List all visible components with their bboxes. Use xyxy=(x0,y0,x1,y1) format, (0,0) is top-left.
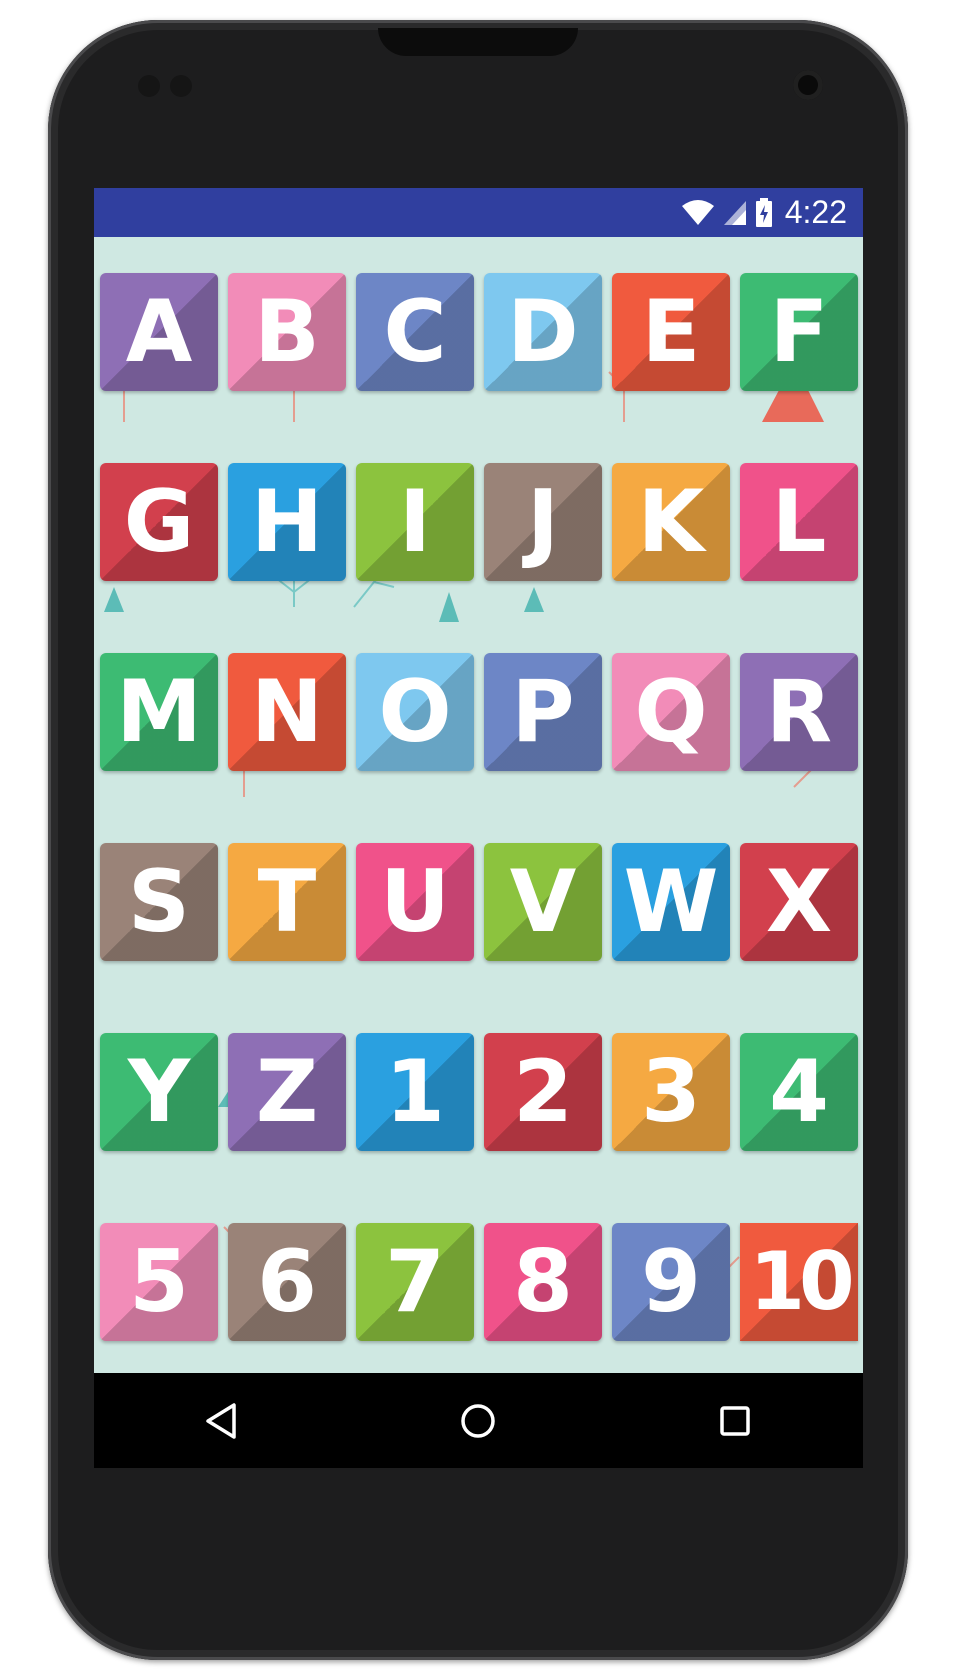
recents-button[interactable] xyxy=(705,1391,765,1451)
tile-10[interactable]: 10 xyxy=(740,1223,858,1341)
tile-label: P xyxy=(511,662,575,762)
tile-label: G xyxy=(123,472,195,572)
tile-label: D xyxy=(507,282,579,382)
tile-y[interactable]: Y xyxy=(100,1033,218,1151)
back-button[interactable] xyxy=(192,1391,252,1451)
front-camera-icon xyxy=(793,70,823,100)
recents-icon xyxy=(720,1405,750,1436)
back-icon xyxy=(206,1402,236,1439)
tile-label: J xyxy=(527,472,559,572)
tile-p[interactable]: P xyxy=(484,653,602,771)
tile-j[interactable]: J xyxy=(484,463,602,581)
tile-s[interactable]: S xyxy=(100,843,218,961)
tile-label: 8 xyxy=(513,1232,573,1332)
tile-l[interactable]: L xyxy=(740,463,858,581)
tile-label: E xyxy=(641,282,701,382)
tile-x[interactable]: X xyxy=(740,843,858,961)
tile-q[interactable]: Q xyxy=(612,653,730,771)
tile-label: S xyxy=(128,852,190,952)
tile-label: V xyxy=(509,852,577,952)
tile-label: 2 xyxy=(513,1042,573,1142)
tile-v[interactable]: V xyxy=(484,843,602,961)
tile-7[interactable]: 7 xyxy=(356,1223,474,1341)
tile-label: F xyxy=(769,282,829,382)
tile-9[interactable]: 9 xyxy=(612,1223,730,1341)
tile-label: B xyxy=(254,282,320,382)
tile-z[interactable]: Z xyxy=(228,1033,346,1151)
tile-d[interactable]: D xyxy=(484,273,602,391)
tile-1[interactable]: 1 xyxy=(356,1033,474,1151)
tile-g[interactable]: G xyxy=(100,463,218,581)
tile-label: 9 xyxy=(641,1232,701,1332)
tile-e[interactable]: E xyxy=(612,273,730,391)
tile-label: W xyxy=(623,852,719,952)
status-bar: 4:22 xyxy=(94,188,863,237)
tile-label: 7 xyxy=(385,1232,445,1332)
screen: 4:22 A B C D E F G H I J K L M N O P Q R… xyxy=(94,188,863,1468)
tile-label: H xyxy=(251,472,323,572)
tile-5[interactable]: 5 xyxy=(100,1223,218,1341)
tile-i[interactable]: I xyxy=(356,463,474,581)
tile-label: 3 xyxy=(641,1042,701,1142)
tile-label: R xyxy=(765,662,833,762)
tile-label: 5 xyxy=(129,1232,189,1332)
tile-label: O xyxy=(378,662,452,762)
tile-k[interactable]: K xyxy=(612,463,730,581)
alphabet-board: A B C D E F G H I J K L M N O P Q R S T … xyxy=(94,237,863,1373)
tile-w[interactable]: W xyxy=(612,843,730,961)
tile-label: L xyxy=(771,472,827,572)
tile-b[interactable]: B xyxy=(228,273,346,391)
speaker-grille xyxy=(378,28,578,56)
wifi-icon xyxy=(681,199,715,226)
tile-3[interactable]: 3 xyxy=(612,1033,730,1151)
tile-f[interactable]: F xyxy=(740,273,858,391)
home-icon xyxy=(461,1403,496,1438)
tile-label: Q xyxy=(634,662,708,762)
tile-label: 4 xyxy=(769,1042,829,1142)
tile-label: 6 xyxy=(257,1232,317,1332)
tile-label: K xyxy=(637,472,705,572)
tile-label: M xyxy=(116,662,202,762)
tile-2[interactable]: 2 xyxy=(484,1033,602,1151)
tile-u[interactable]: U xyxy=(356,843,474,961)
tile-8[interactable]: 8 xyxy=(484,1223,602,1341)
tile-label: Z xyxy=(255,1042,319,1142)
clock: 4:22 xyxy=(784,194,847,230)
tile-label: N xyxy=(251,662,323,762)
cell-signal-icon xyxy=(723,200,747,226)
tile-label: T xyxy=(257,852,317,952)
tile-c[interactable]: C xyxy=(356,273,474,391)
proximity-sensor xyxy=(138,75,160,97)
tile-t[interactable]: T xyxy=(228,843,346,961)
light-sensor xyxy=(170,75,192,97)
tile-o[interactable]: O xyxy=(356,653,474,771)
battery-charging-icon xyxy=(755,197,773,228)
tile-h[interactable]: H xyxy=(228,463,346,581)
tile-label: A xyxy=(125,282,193,382)
tile-r[interactable]: R xyxy=(740,653,858,771)
tile-grid: A B C D E F G H I J K L M N O P Q R S T … xyxy=(100,273,860,1341)
tile-label: X xyxy=(765,852,833,952)
tile-m[interactable]: M xyxy=(100,653,218,771)
tile-label: 1 xyxy=(385,1042,445,1142)
tile-a[interactable]: A xyxy=(100,273,218,391)
tile-4[interactable]: 4 xyxy=(740,1033,858,1151)
tile-label: C xyxy=(383,282,447,382)
tile-label: U xyxy=(380,852,450,952)
tile-label: Y xyxy=(127,1042,191,1142)
tile-6[interactable]: 6 xyxy=(228,1223,346,1341)
tile-n[interactable]: N xyxy=(228,653,346,771)
tile-label: 10 xyxy=(749,1235,854,1328)
home-button[interactable] xyxy=(448,1391,508,1451)
tile-label: I xyxy=(399,472,431,572)
nav-bar xyxy=(94,1373,863,1468)
